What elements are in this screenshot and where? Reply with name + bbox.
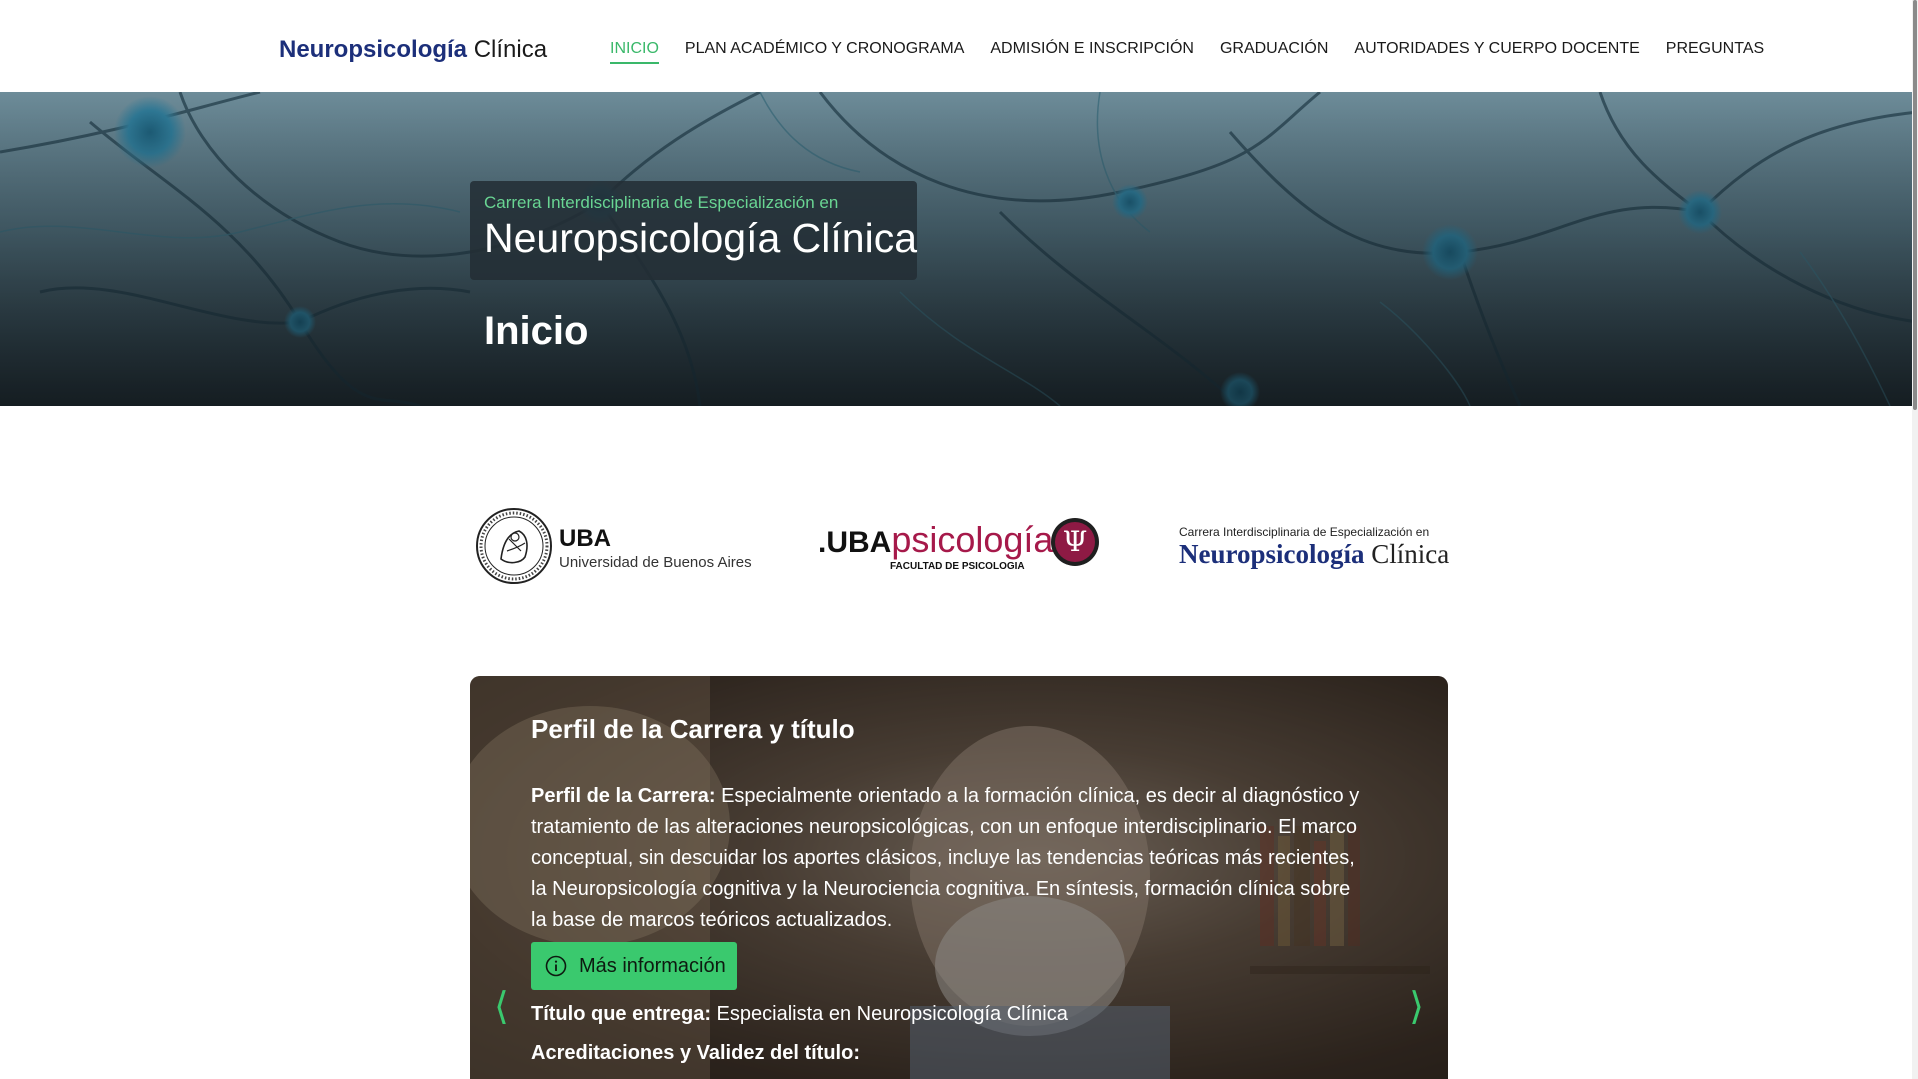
- carrera-logo: Carrera Interdisciplinaria de Especializ…: [1179, 525, 1449, 570]
- hero-subtitle: Carrera Interdisciplinaria de Especializ…: [484, 193, 839, 212]
- main-nav: INICIO PLAN ACADÉMICO Y CRONOGRAMA ADMIS…: [610, 40, 1764, 64]
- psicologia-logo: .UBApsicología FACULTAD DE PSICOLOGIA Ψ: [818, 515, 1102, 577]
- site-header: Neuropsicología Clínica INICIO PLAN ACAD…: [0, 0, 1918, 92]
- hero-title: Neuropsicología Clínica: [484, 215, 918, 261]
- carousel-prev-arrow-icon[interactable]: ⟨: [494, 988, 509, 1026]
- titulo-line: Título que entrega: Especialista en Neur…: [531, 1003, 1068, 1026]
- brand-light: Clínica: [467, 36, 548, 63]
- nav-plan-academico[interactable]: PLAN ACADÉMICO Y CRONOGRAMA: [685, 40, 964, 64]
- psi-uba-text: .UBA: [818, 526, 892, 559]
- brand-bold: Neuropsicología: [279, 36, 468, 63]
- acreditaciones-heading: Acreditaciones y Validez del título:: [531, 1042, 860, 1064]
- psi-symbol: Ψ: [1063, 525, 1088, 558]
- carrera-logo-light: Clínica: [1364, 539, 1450, 569]
- brand-logo[interactable]: Neuropsicología Clínica: [279, 36, 547, 64]
- hero-banner: Carrera Interdisciplinaria de Especializ…: [0, 92, 1918, 406]
- psi-faculty: FACULTAD DE PSICOLOGIA: [890, 561, 1025, 572]
- carousel-next-arrow-icon[interactable]: ⟩: [1409, 988, 1424, 1026]
- perfil-label: Perfil de la Carrera:: [531, 785, 716, 807]
- psi-symbol-icon: Ψ: [1051, 518, 1099, 566]
- more-info-button[interactable]: Más información: [531, 942, 737, 990]
- uba-acronym: UBA: [559, 525, 611, 552]
- more-info-label: Más información: [579, 954, 726, 977]
- carousel-slide: Perfil de la Carrera y título Perfil de …: [470, 676, 1448, 1079]
- nav-autoridades[interactable]: AUTORIDADES Y CUERPO DOCENTE: [1354, 40, 1639, 64]
- nav-preguntas[interactable]: PREGUNTAS: [1666, 40, 1764, 64]
- perfil-paragraph: Perfil de la Carrera: Especialmente orie…: [531, 781, 1371, 936]
- uba-fullname: Universidad de Buenos Aires: [559, 554, 752, 571]
- nav-inicio[interactable]: INICIO: [610, 40, 659, 64]
- carrera-logo-subtitle: Carrera Interdisciplinaria de Especializ…: [1179, 525, 1430, 539]
- scrollbar-thumb[interactable]: [1913, 0, 1917, 410]
- uba-seal-icon: [476, 508, 552, 584]
- psi-word: psicología: [891, 519, 1054, 560]
- nav-admision[interactable]: ADMISIÓN E INSCRIPCIÓN: [990, 40, 1194, 64]
- titulo-text: Especialista en Neuropsicología Clínica: [711, 1003, 1068, 1025]
- hero-title-box: Carrera Interdisciplinaria de Especializ…: [470, 181, 917, 280]
- carrera-logo-bold: Neuropsicología: [1179, 539, 1365, 569]
- uba-logo: UBA Universidad de Buenos Aires: [475, 505, 752, 589]
- info-icon: [545, 955, 567, 977]
- neurons-background-image: [0, 92, 1918, 406]
- carousel-title: Perfil de la Carrera y título: [531, 714, 855, 744]
- titulo-label: Título que entrega:: [531, 1003, 711, 1025]
- page-title: Inicio: [484, 309, 589, 353]
- nav-graduacion[interactable]: GRADUACIÓN: [1220, 40, 1328, 64]
